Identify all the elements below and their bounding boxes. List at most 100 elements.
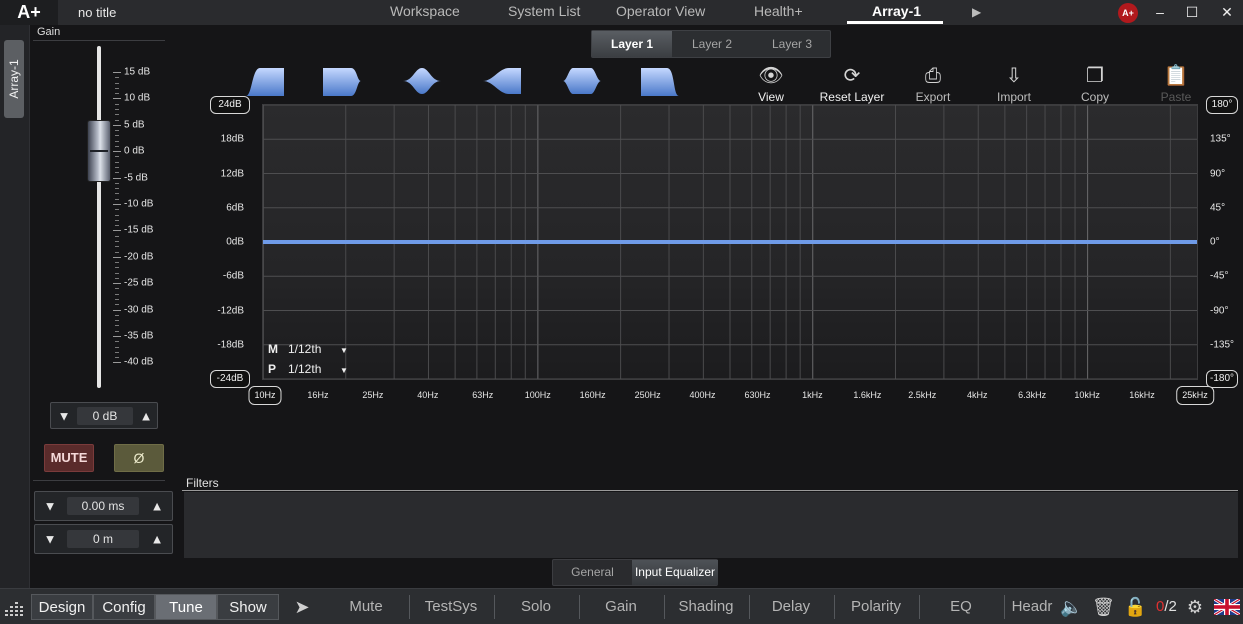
tab-layer-1[interactable]: Layer 1 [592, 31, 672, 57]
gain-fader-track[interactable] [97, 46, 101, 388]
view-button[interactable]: 👁 View [731, 64, 811, 104]
tab-operator-view[interactable]: Operator View [616, 3, 705, 19]
tab-layer-2[interactable]: Layer 2 [672, 31, 752, 57]
frequency-axis-label: 160Hz [579, 390, 606, 400]
gain-scale-minor-tick [115, 330, 119, 332]
action-headroom[interactable]: Headr [1012, 598, 1053, 615]
frequency-range-input[interactable]: 10Hz [248, 386, 282, 405]
phase-range-input[interactable]: -180° [1206, 370, 1238, 388]
mode-tune-button[interactable]: Tune [155, 594, 217, 620]
low-shelf-icon[interactable] [244, 64, 286, 98]
mode-show-button[interactable]: Show [217, 594, 279, 620]
gain-scale-minor-tick [115, 267, 119, 269]
db-range-input[interactable]: -24dB [210, 370, 250, 388]
mute-button[interactable]: MUTE [44, 444, 94, 472]
gain-scale-minor-tick [115, 156, 119, 158]
tab-general[interactable]: General [553, 560, 632, 585]
reset-layer-button[interactable]: ⟳ Reset Layer [812, 64, 892, 104]
gain-decrease-icon[interactable]: ▼ [54, 408, 74, 423]
import-button[interactable]: ⇩ Import [974, 64, 1054, 104]
db-axis-label: 6dB [226, 202, 244, 214]
divider [1004, 595, 1005, 619]
maximize-button[interactable]: ☐ [1180, 2, 1204, 22]
gain-scale-minor-tick [115, 304, 119, 306]
app-logo[interactable]: A+ [0, 0, 58, 25]
phase-range-input[interactable]: 180° [1206, 96, 1238, 114]
gear-icon[interactable]: ⚙ [1184, 596, 1206, 618]
magnitude-smoothing-row[interactable]: M 1/12th ▼ [268, 342, 348, 356]
language-flag-icon[interactable] [1214, 599, 1240, 615]
gain-increase-icon[interactable]: ▲ [136, 408, 156, 423]
meters-icon[interactable] [4, 598, 24, 618]
db-axis-label: 12dB [220, 168, 244, 179]
action-shading[interactable]: Shading [678, 598, 733, 615]
action-gain[interactable]: Gain [605, 598, 637, 615]
gain-scale-minor-tick [115, 277, 119, 279]
frequency-axis-label: 25Hz [362, 390, 384, 400]
eq-response-graph[interactable] [262, 104, 1198, 380]
polarity-button[interactable]: Ø [114, 444, 164, 472]
bell-icon[interactable] [401, 64, 443, 98]
tab-layer-3[interactable]: Layer 3 [752, 31, 832, 57]
gain-value[interactable]: 0 dB [77, 406, 133, 425]
action-mute[interactable]: Mute [349, 598, 382, 615]
trash-icon[interactable]: 🗑 [1092, 596, 1115, 618]
filters-list[interactable] [184, 492, 1238, 558]
unlock-icon[interactable]: 🔓 [1124, 596, 1146, 618]
mode-config-button[interactable]: Config [93, 594, 155, 620]
high-shelf-icon[interactable] [639, 64, 681, 98]
db-range-input[interactable]: 24dB [210, 96, 250, 114]
chevron-down-icon[interactable]: ▼ [340, 366, 348, 375]
delay-m-decrease-icon[interactable]: ▼ [40, 532, 60, 547]
action-delay[interactable]: Delay [772, 598, 810, 615]
phase-axis-label: 0° [1210, 236, 1220, 248]
gain-scale-label: -30 dB [124, 304, 154, 316]
gain-fader-handle[interactable] [87, 120, 111, 183]
db-axis-label: -12dB [217, 305, 244, 316]
phase-axis-label: 45° [1210, 202, 1226, 214]
phase-axis-label: -45° [1210, 270, 1229, 282]
action-polarity[interactable]: Polarity [851, 598, 901, 615]
delay-m-value[interactable]: 0 m [67, 530, 139, 548]
copy-button[interactable]: ❐ Copy [1055, 64, 1135, 104]
mode-design-button[interactable]: Design [31, 594, 93, 620]
side-tab-array-1[interactable]: Array-1 [4, 40, 24, 118]
gain-scale-minor-tick [115, 182, 119, 184]
tab-workspace[interactable]: Workspace [390, 3, 460, 19]
delay-ms-value[interactable]: 0.00 ms [67, 497, 139, 515]
selection-count: 0/2 [1156, 598, 1177, 615]
gain-scale-tick [113, 124, 121, 126]
cursor-icon[interactable]: ➤ [291, 596, 313, 618]
band-pass-icon[interactable] [561, 64, 603, 98]
copy-label: Copy [1080, 90, 1109, 104]
export-button[interactable]: ⎙ Export [893, 64, 973, 104]
sub-tabs: General Input Equalizer [552, 559, 718, 586]
speaker-icon[interactable]: 🔈 [1060, 596, 1082, 618]
tab-health-plus[interactable]: Health+ [754, 3, 803, 19]
high-cut-icon[interactable] [321, 64, 363, 98]
action-eq[interactable]: EQ [950, 598, 972, 615]
frequency-axis-label: 63Hz [472, 390, 494, 400]
close-button[interactable]: ✕ [1215, 2, 1239, 22]
delay-ms-increase-icon[interactable]: ▲ [147, 499, 167, 514]
phase-smoothing-row[interactable]: P 1/12th ▼ [268, 362, 348, 376]
frequency-range-input[interactable]: 25kHz [1176, 386, 1214, 405]
frequency-axis-label: 10kHz [1074, 390, 1100, 400]
frequency-axis-label: 100Hz [524, 390, 551, 400]
filters-title: Filters [186, 476, 219, 490]
chevron-down-icon[interactable]: ▼ [340, 346, 348, 355]
action-solo[interactable]: Solo [521, 598, 551, 615]
gain-scale-minor-tick [115, 119, 119, 121]
minimize-button[interactable]: – [1148, 2, 1172, 22]
tab-input-equalizer[interactable]: Input Equalizer [632, 560, 718, 585]
frequency-axis-label: 1.6kHz [853, 390, 882, 400]
tab-array-1[interactable]: Array-1 [872, 3, 921, 19]
delay-ms-decrease-icon[interactable]: ▼ [40, 499, 60, 514]
action-testsys[interactable]: TestSys [425, 598, 478, 615]
play-icon[interactable]: ▶ [972, 5, 981, 19]
tab-system-list[interactable]: System List [508, 3, 580, 19]
account-badge[interactable]: A+ [1118, 3, 1138, 23]
delay-m-increase-icon[interactable]: ▲ [147, 532, 167, 547]
magnitude-key: M [268, 342, 278, 356]
notch-bell-icon[interactable] [481, 64, 523, 98]
